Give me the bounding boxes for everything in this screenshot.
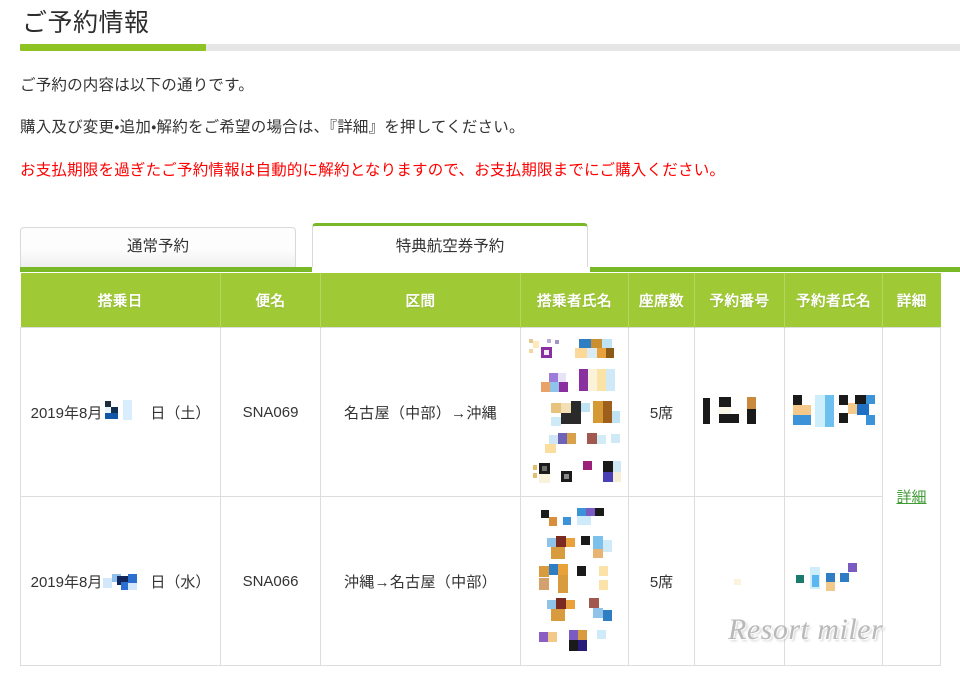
column-header-reserver-name: 予約者氏名 — [784, 273, 883, 328]
intro-text-block: ご予約の内容は以下の通りです。 購入及び変更・追加・解約をご希望の場合は、『詳細… — [0, 51, 960, 181]
redacted-passenger-names-mosaic — [527, 506, 623, 656]
column-header-boarding-date: 搭乗日 — [20, 273, 221, 328]
cell-booking-number — [694, 496, 785, 666]
cell-reserver-name — [784, 327, 883, 497]
cell-detail-link: 詳細 — [882, 327, 941, 666]
redacted-booking-number-mosaic — [730, 576, 750, 588]
boarding-date-prefix: 2019年8月 — [30, 404, 103, 422]
cell-booking-number — [694, 327, 785, 497]
cell-segment: 名古屋（中部）→沖縄 — [320, 327, 521, 497]
intro-line-1: ご予約の内容は以下の通りです。 — [20, 77, 254, 94]
table-header-row: 搭乗日 便名 区間 搭乗者氏名 座席数 予約番号 予約者氏名 詳細 — [20, 273, 941, 328]
column-header-seat-count: 座席数 — [628, 273, 695, 328]
cell-flight-number: SNA069 — [220, 327, 321, 497]
boarding-date-suffix: 日（土） — [150, 404, 211, 422]
boarding-date-prefix: 2019年8月 — [30, 573, 103, 591]
column-header-passenger-name: 搭乗者氏名 — [520, 273, 629, 328]
cell-passenger-names — [520, 496, 629, 666]
reservation-table-container: 搭乗日 便名 区間 搭乗者氏名 座席数 予約番号 予約者氏名 詳細 2019年8… — [0, 273, 960, 666]
payment-deadline-warning: お支払期限を過ぎたご予約情報は自動的に解約となりますので、お支払期限までにご購入… — [20, 162, 726, 179]
title-underline-bar — [20, 44, 960, 51]
cell-segment: 沖縄→名古屋（中部） — [320, 496, 521, 666]
table-row: 2019年8月 日（水） SNA066 沖縄→名古屋（中部） 5席 — [20, 496, 941, 666]
column-header-detail: 詳細 — [882, 273, 941, 328]
detail-link[interactable]: 詳細 — [896, 489, 926, 506]
tab-award-ticket-reservation-label: 特典航空券予約 — [395, 238, 505, 255]
cell-boarding-date: 2019年8月 日（土） — [20, 327, 221, 497]
boarding-date-suffix: 日（水） — [150, 573, 211, 591]
page-title: ご予約情報 — [22, 9, 150, 37]
cell-seat-count: 5席 — [628, 496, 695, 666]
active-tab-bar-gap — [312, 267, 590, 272]
reservation-table: 搭乗日 便名 区間 搭乗者氏名 座席数 予約番号 予約者氏名 詳細 2019年8… — [20, 273, 941, 666]
cell-flight-number: SNA066 — [220, 496, 321, 666]
tab-normal-reservation-label: 通常予約 — [126, 238, 189, 255]
redacted-day-mosaic — [103, 568, 149, 594]
cell-boarding-date: 2019年8月 日（水） — [20, 496, 221, 666]
table-row: 2019年8月 日（土） SNA069 名古屋（中部）→沖縄 5席 詳細 — [20, 327, 941, 666]
cell-reserver-name — [784, 496, 883, 666]
redacted-reserver-name-mosaic — [792, 393, 875, 431]
cell-passenger-names — [520, 327, 629, 497]
redacted-day-mosaic — [103, 399, 149, 425]
column-header-flight-number: 便名 — [220, 273, 321, 328]
intro-line-2: 購入及び変更・追加・解約をご希望の場合は、『詳細』を押してください。 — [20, 119, 525, 136]
tab-normal-reservation[interactable]: 通常予約 — [20, 227, 296, 267]
column-header-booking-number: 予約番号 — [694, 273, 785, 328]
cell-seat-count: 5席 — [628, 327, 695, 497]
redacted-passenger-names-mosaic — [527, 337, 623, 487]
title-underline-accent — [20, 44, 206, 51]
redacted-reserver-name-mosaic — [795, 563, 872, 599]
column-header-segment: 区間 — [320, 273, 521, 328]
tab-award-ticket-reservation[interactable]: 特典航空券予約 — [312, 223, 588, 267]
redacted-booking-number-mosaic — [702, 395, 777, 429]
reservation-type-tabs: 通常予約 特典航空券予約 — [0, 223, 960, 273]
